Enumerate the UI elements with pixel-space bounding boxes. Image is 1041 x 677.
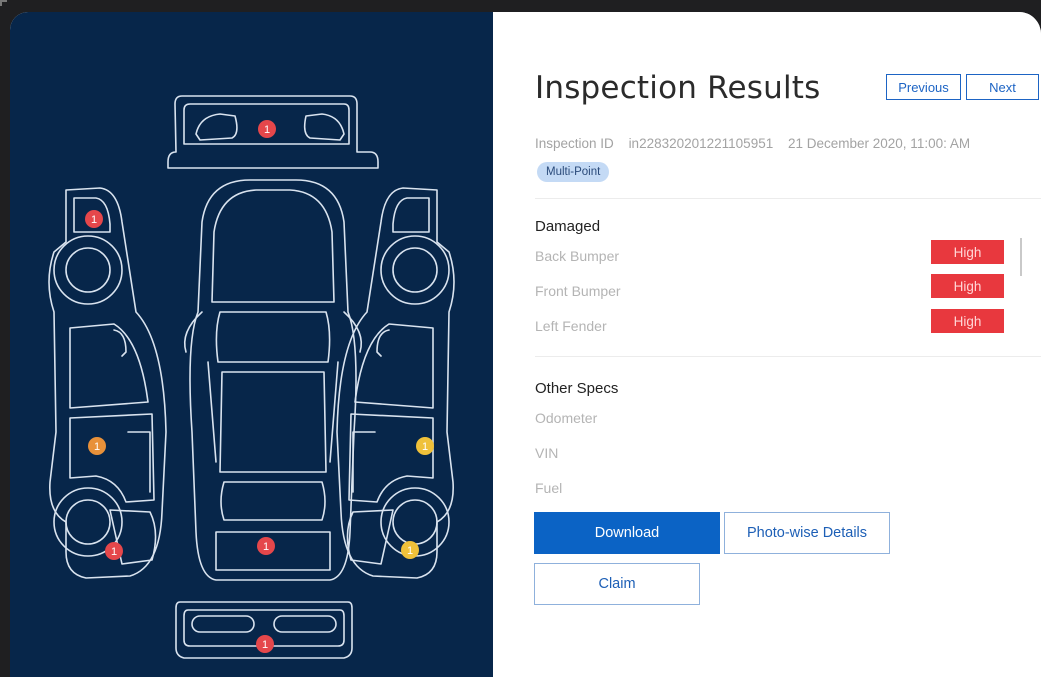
inspection-results-panel: Inspection Results Previous Next Inspect… — [493, 12, 1041, 677]
window-corner — [0, 0, 7, 6]
marker-count: 1 — [407, 545, 413, 557]
damaged-section-title: Damaged — [535, 218, 601, 235]
inspection-type-badge: Multi-Point — [537, 162, 610, 182]
marker-count: 1 — [263, 541, 269, 553]
damaged-item-label: Left Fender — [535, 318, 607, 334]
inspection-datetime: 21 December 2020, 11:00: AM — [787, 136, 971, 151]
right-side-view — [336, 187, 455, 579]
car-damage-diagram: 1 1 1 1 1 1 1 1 — [10, 12, 493, 677]
damaged-item-label: Front Bumper — [535, 283, 621, 299]
photo-wise-details-button[interactable]: Photo-wise Details — [724, 512, 890, 554]
severity-badge: High — [931, 274, 1004, 298]
inspection-window: 1 1 1 1 1 1 1 1 Inspection Results Previ… — [10, 12, 1041, 677]
inspection-meta: Inspection ID in228320201221105951 21 De… — [535, 136, 981, 151]
damaged-item-label: Back Bumper — [535, 248, 620, 264]
top-view — [183, 179, 363, 581]
spec-label-fuel: Fuel — [535, 480, 563, 496]
marker-count: 1 — [94, 441, 100, 453]
divider — [535, 198, 1041, 199]
claim-button[interactable]: Claim — [534, 563, 700, 605]
left-side-view — [48, 187, 167, 579]
download-button[interactable]: Download — [534, 512, 720, 554]
previous-button[interactable]: Previous — [886, 74, 961, 100]
marker-count: 1 — [262, 639, 268, 651]
inspection-id-label: Inspection ID — [535, 136, 614, 151]
next-button[interactable]: Next — [966, 74, 1039, 100]
spec-label-vin: VIN — [535, 445, 559, 461]
other-specs-section-title: Other Specs — [535, 380, 619, 397]
damaged-list-scrollbar[interactable] — [1020, 238, 1022, 276]
marker-count: 1 — [91, 214, 97, 226]
severity-badge: High — [931, 240, 1004, 264]
inspection-id-value: in228320201221105951 — [628, 136, 774, 151]
marker-count: 1 — [422, 441, 428, 453]
spec-label-odometer: Odometer — [535, 410, 598, 426]
severity-badge: High — [931, 309, 1004, 333]
marker-count: 1 — [111, 546, 117, 558]
marker-count: 1 — [264, 124, 270, 136]
divider — [535, 356, 1041, 357]
page-title: Inspection Results — [535, 70, 821, 106]
car-outline-svg — [48, 95, 455, 659]
